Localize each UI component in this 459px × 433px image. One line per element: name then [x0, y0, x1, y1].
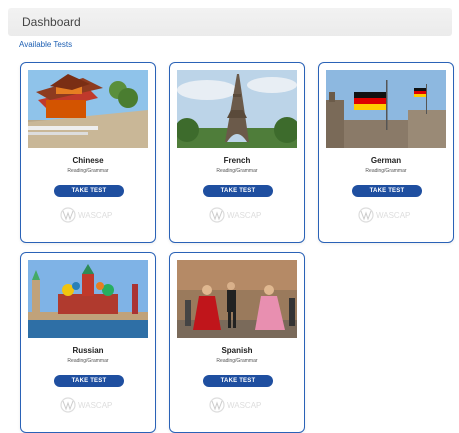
german-flags-photo [326, 70, 446, 148]
card-test-type: Reading/Grammar [67, 168, 109, 174]
test-card-russian: Russian Reading/Grammar TAKE TEST WASCAP [20, 252, 156, 433]
chinese-pagoda-photo [28, 70, 148, 148]
eiffel-tower-photo [177, 70, 297, 148]
svg-text:WASCAP: WASCAP [78, 211, 112, 220]
page-title: Dashboard [22, 15, 81, 29]
svg-text:WASCAP: WASCAP [78, 401, 112, 410]
card-language-name: Russian [72, 346, 104, 355]
test-card-spanish: Spanish Reading/Grammar TAKE TEST WASCAP [169, 252, 305, 433]
card-test-type: Reading/Grammar [67, 358, 109, 364]
svg-text:WASCAP: WASCAP [376, 211, 410, 220]
card-language-name: Chinese [72, 156, 104, 165]
available-tests-link[interactable]: Available Tests [19, 40, 72, 49]
wascap-watermark-logo: WASCAP [170, 205, 304, 225]
card-language-name: German [370, 156, 402, 165]
wascap-watermark-logo: WASCAP [21, 395, 155, 415]
card-test-type: Reading/Grammar [216, 168, 258, 174]
wascap-watermark-logo: WASCAP [21, 205, 155, 225]
take-test-button-chinese[interactable]: TAKE TEST [54, 185, 124, 197]
flamenco-dancers-photo [177, 260, 297, 338]
take-test-button-russian[interactable]: TAKE TEST [54, 375, 124, 387]
svg-text:WASCAP: WASCAP [227, 211, 261, 220]
card-test-type: Reading/Grammar [365, 168, 407, 174]
take-test-button-spanish[interactable]: TAKE TEST [203, 375, 273, 387]
test-card-french: French Reading/Grammar TAKE TEST WASCAP [169, 62, 305, 243]
svg-text:WASCAP: WASCAP [227, 401, 261, 410]
kremlin-photo [28, 260, 148, 338]
test-card-german: German Reading/Grammar TAKE TEST WASCAP [318, 62, 454, 243]
take-test-button-german[interactable]: TAKE TEST [352, 185, 422, 197]
take-test-button-french[interactable]: TAKE TEST [203, 185, 273, 197]
card-language-name: French [223, 156, 251, 165]
wascap-watermark-logo: WASCAP [319, 205, 453, 225]
card-test-type: Reading/Grammar [216, 358, 258, 364]
card-language-name: Spanish [221, 346, 253, 355]
dashboard-header: Dashboard [8, 8, 452, 36]
wascap-watermark-logo: WASCAP [170, 395, 304, 415]
test-card-chinese: Chinese Reading/Grammar TAKE TEST WASCAP [20, 62, 156, 243]
